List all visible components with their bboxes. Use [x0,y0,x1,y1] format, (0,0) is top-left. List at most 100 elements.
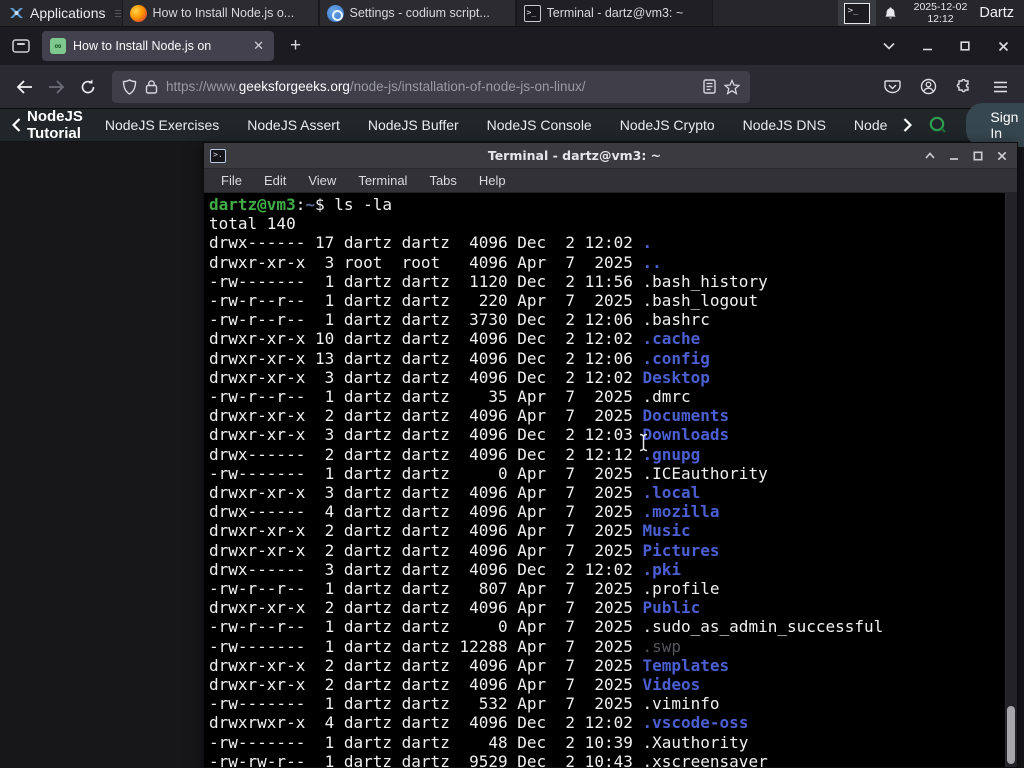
terminal-scrollbar[interactable] [1005,193,1017,767]
window-close-button[interactable] [988,33,1018,59]
terminal-line: -rw-r--r-- 1 dartz dartz 0 Apr 7 2025 .s… [209,617,884,637]
applications-menu[interactable]: Applications [0,0,114,26]
user-menu[interactable]: Dartz [975,0,1024,26]
tab-title: How to Install Node.js on [73,39,212,53]
firefox-view-button[interactable] [6,32,36,60]
nav-item[interactable]: NodeJS Assert [233,117,354,133]
terminal-line: drwxr-xr-x 13 dartz dartz 4096 Dec 2 12:… [209,348,710,368]
menu-edit[interactable]: Edit [253,173,297,188]
settings-icon [326,4,344,22]
extensions-icon[interactable] [948,71,980,103]
nav-item[interactable]: NodeJS Console [473,117,606,133]
top-panel: Applications How to Install Node.js o...… [0,0,1024,27]
clock-date: 2025-12-02 [913,1,968,13]
terminal-icon [523,4,541,22]
new-tab-button[interactable]: + [284,35,307,57]
window-minimize-button[interactable] [912,33,942,59]
signin-button[interactable]: Sign In [966,103,1024,147]
terminal-minimize-button[interactable] [947,149,961,163]
terminal-window-icon [210,148,226,163]
menu-tabs[interactable]: Tabs [418,173,467,188]
tracking-shield-icon[interactable] [122,78,137,95]
bookmark-star-icon[interactable] [724,78,740,95]
terminal-titlebar[interactable]: Terminal - dartz@vm3: ~ [204,143,1017,169]
bell-icon [883,6,898,21]
tab-active[interactable]: ∞ How to Install Node.js on ✕ [42,31,274,61]
url-text[interactable]: https://www.geeksforgeeks.org/node-js/in… [166,79,695,94]
nav-item[interactable]: NodeJS Buffer [354,117,473,133]
url-bar[interactable]: https://www.geeksforgeeks.org/node-js/in… [112,70,750,103]
terminal-line: dartz@vm3:~$ ls -la [209,195,393,214]
mouse-ibeam-cursor [638,433,649,452]
panel-clock[interactable]: 2025-12-02 12:12 [906,0,976,26]
terminal-line: drwxr-xr-x 2 dartz dartz 4096 Apr 7 2025… [209,521,691,541]
account-icon[interactable] [912,71,944,103]
applications-label: Applications [30,5,106,21]
terminal-line: -rw-r--r-- 1 dartz dartz 35 Apr 7 2025 .… [209,387,691,407]
scrollbar-thumb[interactable] [1007,706,1015,764]
terminal-line: -rw------- 1 dartz dartz 0 Apr 7 2025 .I… [209,463,768,483]
forward-button[interactable] [40,71,72,103]
terminal-line: drwxr-xr-x 2 dartz dartz 4096 Apr 7 2025… [209,406,730,426]
nav-item[interactable]: NodeJS Exercises [91,117,233,133]
terminal-maximize-button[interactable] [971,149,985,163]
nav-item[interactable]: NodeJS DNS [729,117,840,133]
nav-scroll-right[interactable] [901,118,914,132]
menu-file[interactable]: File [210,173,253,188]
taskbar-window-label: Terminal - dartz@vm3: ~ [546,6,684,20]
reload-button[interactable] [72,71,104,103]
pocket-icon[interactable] [876,71,908,103]
tab-close-icon[interactable]: ✕ [251,38,266,54]
terminal-line: -rw------- 1 dartz dartz 48 Dec 2 10:39 … [209,732,749,752]
site-nav: NodeJS Tutorial NodeJS Exercises NodeJS A… [0,103,1024,147]
terminal-line: -rw------- 1 dartz dartz 12288 Apr 7 202… [209,636,682,656]
terminal-close-button[interactable] [995,149,1009,163]
terminal-line: drwxr-xr-x 2 dartz dartz 4096 Apr 7 2025… [209,598,701,618]
list-tabs-button[interactable] [874,33,904,59]
terminal-line: drwxr-xr-x 2 dartz dartz 4096 Apr 7 2025… [209,655,730,675]
terminal-line: drwx------ 17 dartz dartz 4096 Dec 2 12:… [209,233,653,253]
lock-icon[interactable] [145,79,158,94]
site-search-button[interactable] [928,112,948,138]
taskbar-window-label: How to Install Node.js o... [152,6,295,20]
menu-view[interactable]: View [297,173,347,188]
terminal-window: Terminal - dartz@vm3: ~ FileEditViewTerm… [203,142,1018,768]
terminal-line: drwxr-xr-x 3 dartz dartz 4096 Apr 7 2025… [209,483,701,503]
nav-item[interactable]: NodeJS Crypto [606,117,729,133]
app-menu-icon[interactable] [984,71,1016,103]
terminal-shade-button[interactable] [923,149,937,163]
terminal-line: drwxr-xr-x 3 dartz dartz 4096 Dec 2 12:0… [209,425,730,445]
terminal-title: Terminal - dartz@vm3: ~ [487,148,662,163]
terminal-line: -rw-r--r-- 1 dartz dartz 220 Apr 7 2025 … [209,291,759,311]
nav-item[interactable]: Node [840,117,901,133]
taskbar-window-settings[interactable]: Settings - codium script... [318,0,516,26]
distro-logo-icon [8,5,24,21]
gfg-favicon: ∞ [50,38,66,54]
terminal-line: drwxr-xr-x 3 dartz dartz 4096 Dec 2 12:0… [209,367,710,387]
taskbar-window-firefox[interactable]: How to Install Node.js o... [121,0,319,26]
terminal-line: drwxr-xr-x 10 dartz dartz 4096 Dec 2 12:… [209,329,701,349]
window-maximize-button[interactable] [950,33,980,59]
chevron-left-icon [12,118,21,132]
nav-back-tutorial[interactable]: NodeJS Tutorial [10,108,91,142]
clock-time: 12:12 [927,13,954,25]
taskbar-window-label: Settings - codium script... [349,6,490,20]
terminal-line: total 140 [209,214,296,234]
site-nav-items: NodeJS Exercises NodeJS Assert NodeJS Buff… [91,117,902,133]
terminal-line: drwxr-xr-x 2 dartz dartz 4096 Apr 7 2025… [209,540,720,560]
panel-tasklist: How to Install Node.js o... Settings - co… [121,0,713,26]
menu-terminal[interactable]: Terminal [347,173,418,188]
terminal-line: drwx------ 3 dartz dartz 4096 Dec 2 12:0… [209,559,682,579]
terminal-line: -rw-r--r-- 1 dartz dartz 3730 Dec 2 12:0… [209,310,710,330]
terminal-output: dartz@vm3:~$ ls -la total 140 drwx------ 1… [209,195,1003,767]
reader-mode-icon[interactable] [703,79,716,94]
notifications-indicator[interactable] [876,0,906,26]
back-button[interactable] [8,71,40,103]
taskbar-window-terminal[interactable]: Terminal - dartz@vm3: ~ [515,0,713,26]
nav-back-label: NodeJS Tutorial [27,108,83,142]
menu-help[interactable]: Help [468,173,517,188]
terminal-launcher[interactable] [837,0,876,26]
terminal-icon [843,2,870,24]
tasklist-handle [114,0,122,26]
terminal-body[interactable]: dartz@vm3:~$ ls -la total 140 drwx------ 1… [204,193,1017,767]
